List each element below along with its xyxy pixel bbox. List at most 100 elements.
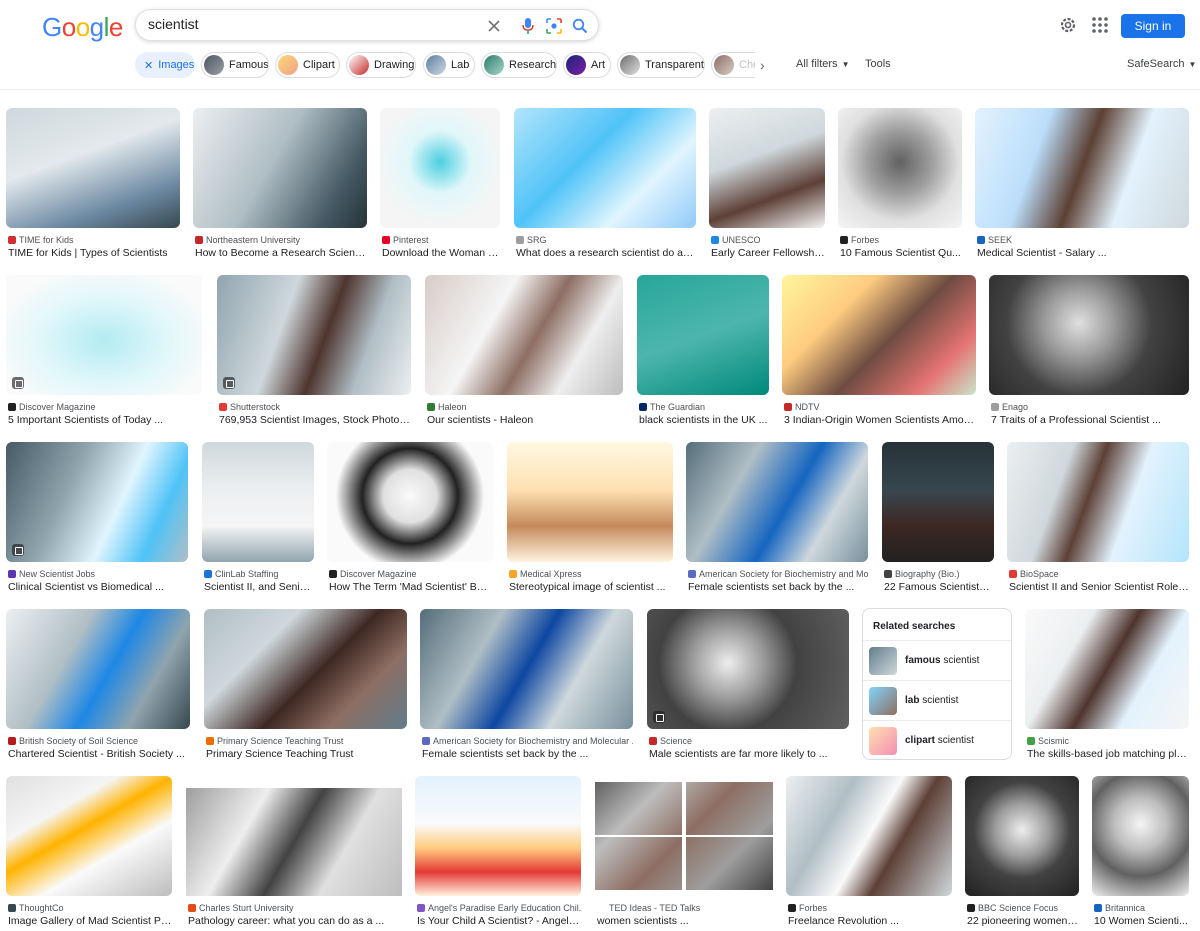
chevron-right-icon[interactable]: › (760, 57, 765, 73)
safesearch-button[interactable]: SafeSearch ▼ (1127, 58, 1196, 70)
favicon-icon (1027, 737, 1035, 745)
result-thumbnail (425, 275, 623, 395)
favicon-icon (649, 737, 657, 745)
chip-art[interactable]: Art (563, 52, 611, 78)
result-thumbnail (6, 442, 188, 562)
chip-thumbnail (278, 55, 298, 75)
microphone-icon[interactable] (518, 16, 538, 36)
result-thumbnail (709, 108, 825, 228)
favicon-icon (195, 236, 203, 244)
favicon-icon (967, 904, 975, 912)
favicon-icon (329, 570, 337, 578)
result-thumbnail (380, 108, 500, 228)
result-thumbnail (782, 275, 976, 395)
favicon-icon (639, 403, 647, 411)
chip-thumbnail (484, 55, 504, 75)
image-badge-icon (12, 377, 24, 389)
favicon-icon (688, 570, 696, 578)
chip-thumbnail (204, 55, 224, 75)
close-icon: ✕ (144, 59, 154, 72)
favicon-icon (884, 570, 892, 578)
image-badge-icon (223, 377, 235, 389)
chip-famous[interactable]: Famous (201, 52, 269, 78)
favicon-icon (711, 236, 719, 244)
result-thumbnail (1025, 609, 1189, 729)
result-thumbnail (507, 442, 673, 562)
favicon-icon (1094, 904, 1102, 912)
chip-drawing[interactable]: Drawing (346, 52, 416, 78)
result-thumbnail (882, 442, 994, 562)
related-search-lab[interactable]: lab scientist (863, 680, 1011, 720)
result-thumbnail (637, 275, 769, 395)
search-input[interactable] (148, 16, 468, 32)
result-thumbnail (595, 782, 773, 890)
related-searches-heading: Related searches (873, 621, 956, 632)
result-thumbnail (204, 609, 407, 729)
favicon-icon (8, 737, 16, 745)
clear-icon[interactable] (484, 16, 504, 36)
favicon-icon (382, 236, 390, 244)
result-thumbnail (965, 776, 1079, 896)
related-thumbnail (869, 646, 897, 675)
search-icon[interactable] (570, 16, 590, 36)
favicon-icon (204, 570, 212, 578)
favicon-icon (427, 403, 435, 411)
favicon-icon (219, 403, 227, 411)
favicon-icon (8, 570, 16, 578)
favicon-icon (188, 904, 196, 912)
favicon-icon (516, 236, 524, 244)
lens-icon[interactable] (544, 16, 564, 36)
related-searches-panel: Related searches famous scientist lab sc… (862, 608, 1012, 760)
result-thumbnail (1092, 776, 1189, 896)
chip-transparent[interactable]: Transparent (617, 52, 705, 78)
chip-thumbnail (349, 55, 369, 75)
favicon-icon (1009, 570, 1017, 578)
sign-in-button[interactable]: Sign in (1121, 14, 1185, 38)
favicon-icon (206, 737, 214, 745)
result-thumbnail (420, 609, 633, 729)
result-thumbnail (647, 609, 849, 729)
chip-thumbnail (566, 55, 586, 75)
chip-lab[interactable]: Lab (423, 52, 475, 78)
result-thumbnail (193, 108, 367, 228)
chip-thumbnail (426, 55, 446, 75)
header: Google Sign in (0, 0, 1200, 52)
chip-thumbnail (714, 55, 734, 75)
chip-chemistry[interactable]: Che (711, 52, 755, 78)
caret-down-icon: ▼ (1188, 59, 1197, 69)
result-thumbnail (1007, 442, 1189, 562)
favicon-icon (840, 236, 848, 244)
favicon-icon (417, 904, 425, 912)
result-thumbnail (186, 788, 402, 896)
chip-clipart[interactable]: Clipart (275, 52, 340, 78)
result-thumbnail (202, 442, 314, 562)
result-thumbnail (838, 108, 962, 228)
result-thumbnail (415, 776, 581, 896)
favicon-icon (422, 737, 430, 745)
google-logo[interactable]: Google (42, 12, 123, 43)
favicon-icon (977, 236, 985, 244)
related-thumbnail (869, 686, 897, 715)
favicon-icon (8, 236, 16, 244)
caret-down-icon: ▼ (841, 59, 850, 69)
result-thumbnail (6, 609, 190, 729)
result-thumbnail (6, 275, 202, 395)
gear-icon[interactable] (1058, 15, 1078, 35)
related-search-clipart[interactable]: clipart scientist (863, 720, 1011, 760)
result-thumbnail (686, 442, 868, 562)
tools-button[interactable]: Tools (865, 58, 891, 70)
all-filters-button[interactable]: All filters ▼ (796, 58, 849, 70)
header-divider (0, 89, 1200, 90)
chip-images[interactable]: ✕ Images (135, 52, 195, 78)
result-thumbnail (327, 442, 493, 562)
result-thumbnail (975, 108, 1189, 228)
related-thumbnail (869, 726, 897, 755)
image-badge-icon (12, 544, 24, 556)
related-search-famous[interactable]: famous scientist (863, 640, 1011, 680)
chip-research[interactable]: Research (481, 52, 557, 78)
result-thumbnail (6, 776, 172, 896)
search-box (135, 9, 599, 41)
apps-grid-icon[interactable] (1090, 15, 1110, 35)
favicon-icon (991, 403, 999, 411)
filter-chips: ✕ Images Famous Clipart Drawing Lab Rese… (0, 52, 1200, 80)
